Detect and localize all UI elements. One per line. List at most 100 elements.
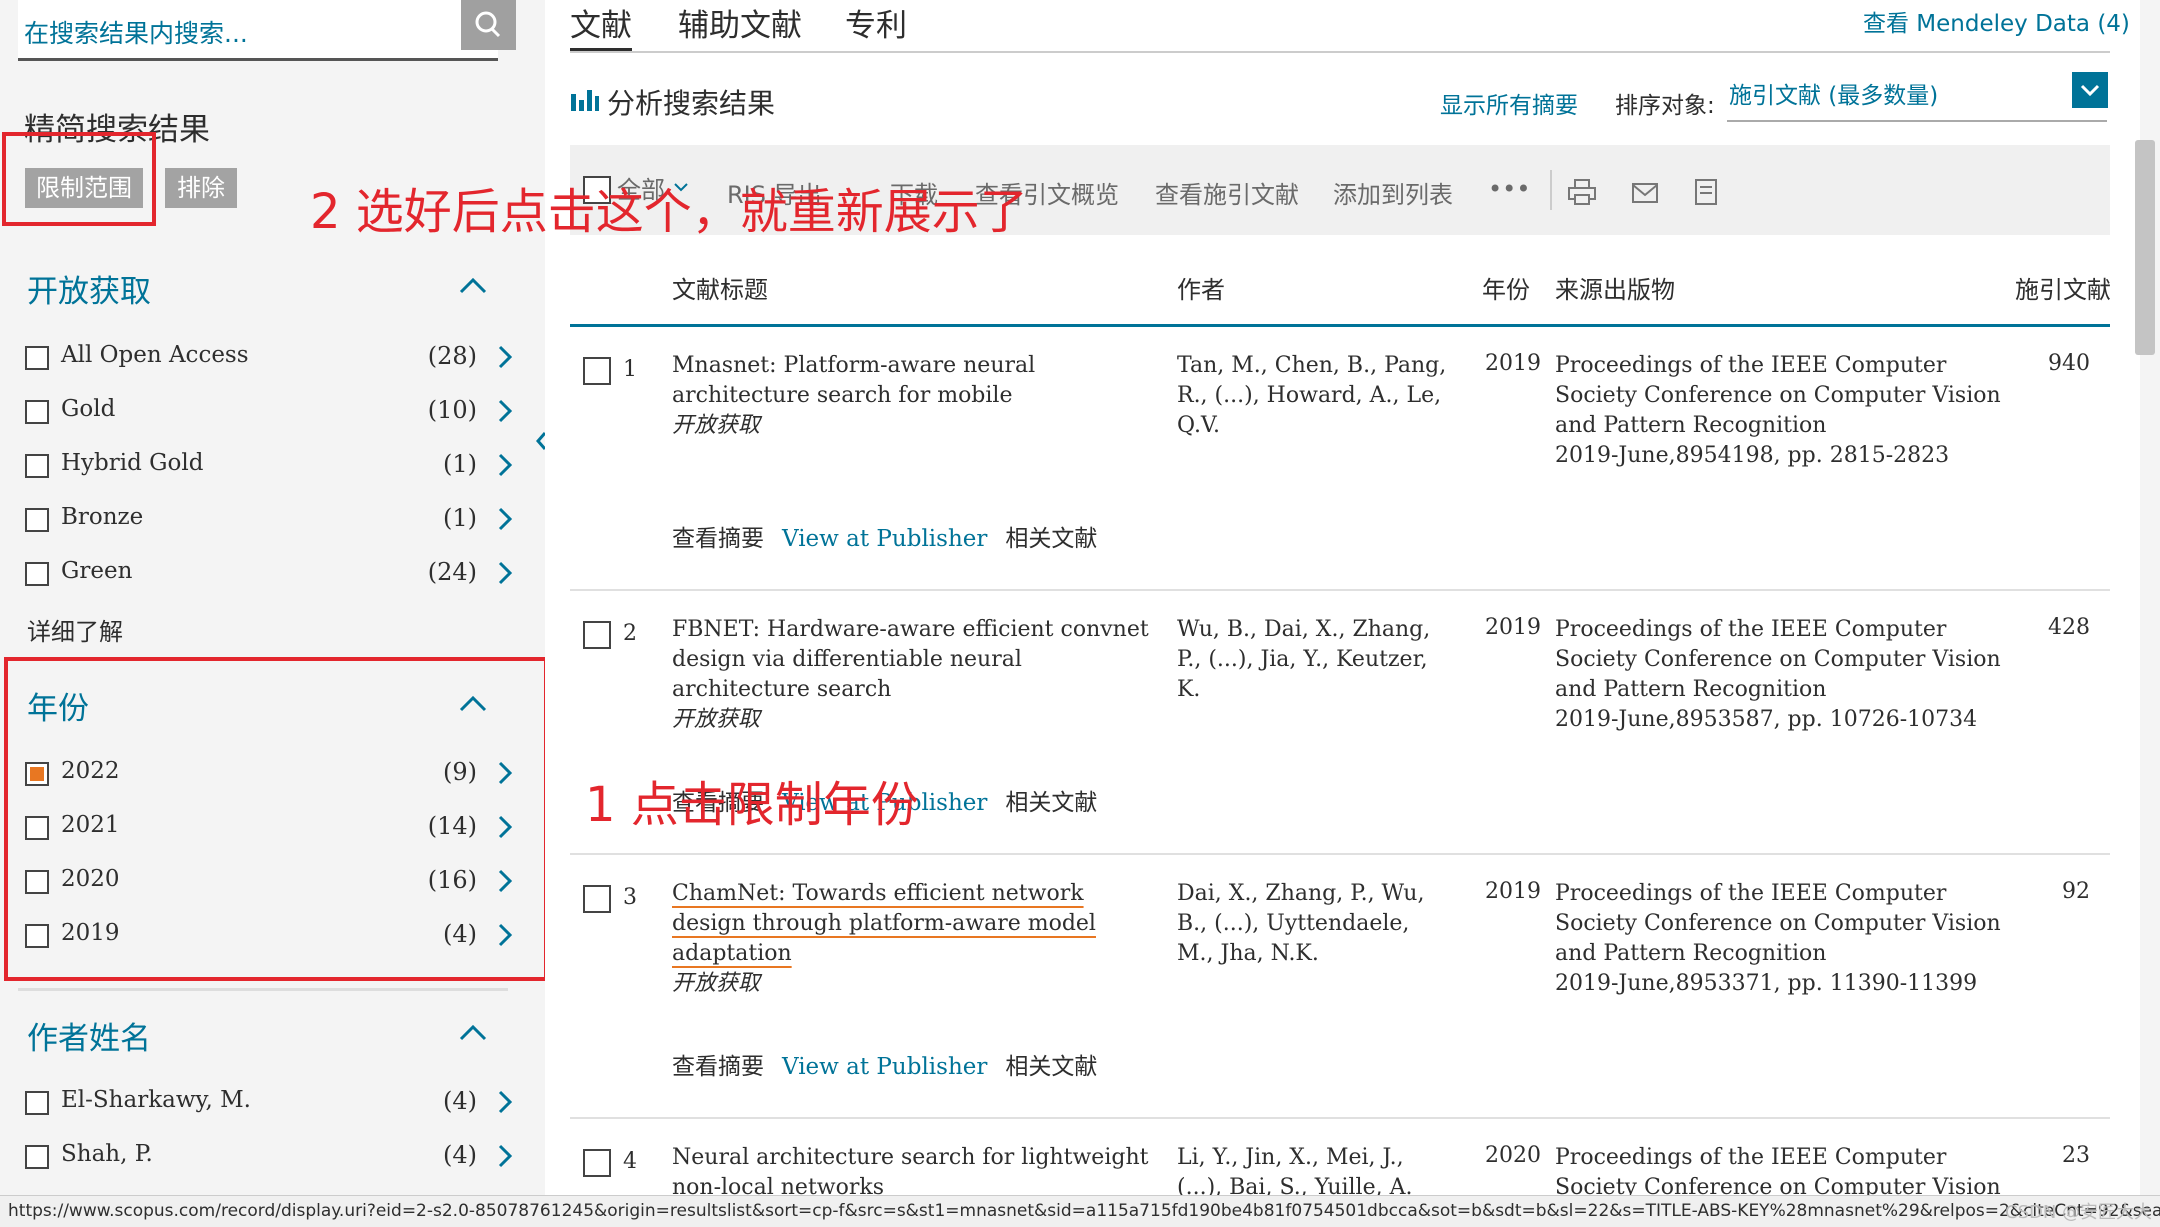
result-source: Proceedings of the IEEE Computer Society… <box>1555 353 2001 468</box>
col-source[interactable]: 来源出版物 <box>1555 270 1675 305</box>
row-checkbox[interactable] <box>583 1149 611 1177</box>
analyze-results-link[interactable]: 分析搜索结果 <box>607 82 775 122</box>
result-title[interactable]: Mnasnet: Platform-aware neural architect… <box>672 351 1162 441</box>
annotation-step-1: 1 点击限制年份 <box>585 777 919 833</box>
email-icon[interactable] <box>1631 182 1659 204</box>
checkbox[interactable] <box>25 346 49 370</box>
checkbox[interactable] <box>25 454 49 478</box>
result-source: Proceedings of the IEEE Computer Society… <box>1555 617 2001 732</box>
annotation-box-year <box>4 657 548 981</box>
result-authors[interactable]: Dai, X., Zhang, P., Wu, B., (...), Uytte… <box>1177 879 1452 969</box>
row-checkbox[interactable] <box>583 357 611 385</box>
toolbar-divider <box>1550 170 1552 210</box>
open-access-label: 开放获取 <box>672 413 761 438</box>
checkbox[interactable] <box>25 1145 49 1169</box>
open-access-label: 开放获取 <box>672 707 761 732</box>
table-row: 3 ChamNet: Towards efficient network des… <box>545 855 2140 1117</box>
col-year[interactable]: 年份 <box>1482 270 1530 305</box>
result-title[interactable]: ChamNet: Towards efficient network desig… <box>672 879 1162 999</box>
sort-value: 施引文献 (最多数量) <box>1729 83 1939 109</box>
chevron-up-icon[interactable] <box>458 1017 488 1047</box>
col-authors[interactable]: 作者 <box>1177 270 1225 305</box>
search-within-results: 在搜索结果内搜索... <box>18 0 516 61</box>
chevron-up-icon[interactable] <box>458 270 488 300</box>
related-documents-link[interactable]: 相关文献 <box>1005 790 1097 816</box>
result-year: 2020 <box>1485 1143 1541 1168</box>
annotation-box-limit <box>2 132 156 226</box>
chevron-right-icon[interactable] <box>495 344 515 370</box>
search-button[interactable] <box>461 0 516 50</box>
result-cites[interactable]: 428 <box>2048 615 2090 640</box>
result-source: Proceedings of the IEEE Computer Society… <box>1555 1145 2001 1195</box>
chevron-right-icon[interactable] <box>495 452 515 478</box>
chevron-right-icon[interactable] <box>495 398 515 424</box>
print-icon[interactable] <box>1567 178 1597 206</box>
view-cited-by-button[interactable]: 查看施引文献 <box>1155 175 1299 210</box>
bibliography-icon[interactable] <box>1693 178 1719 206</box>
chevron-right-icon[interactable] <box>495 506 515 532</box>
learn-more-link[interactable]: 详细了解 <box>27 612 123 647</box>
related-documents-link[interactable]: 相关文献 <box>1005 526 1097 552</box>
sort-select[interactable]: 施引文献 (最多数量) <box>1727 70 2108 122</box>
facet-bronze[interactable]: Bronze (1) <box>25 502 515 542</box>
bar-chart-icon <box>571 90 599 111</box>
sort-label: 排序对象: <box>1615 93 1715 119</box>
checkbox[interactable] <box>25 562 49 586</box>
row-actions: 查看摘要 View at Publisher 相关文献 <box>672 1047 1115 1081</box>
status-url: https://www.scopus.com/record/display.ur… <box>8 1201 2160 1221</box>
tabs-divider <box>570 51 2110 53</box>
chevron-right-icon[interactable] <box>495 560 515 586</box>
chevron-down-icon <box>2080 84 2100 97</box>
search-icon <box>475 11 501 38</box>
row-checkbox[interactable] <box>583 621 611 649</box>
exclude-button[interactable]: 排除 <box>165 168 237 208</box>
result-authors[interactable]: Wu, B., Dai, X., Zhang, P., (...), Jia, … <box>1177 615 1452 705</box>
result-title[interactable]: Neural architecture search for lightweig… <box>672 1143 1162 1195</box>
facet-green[interactable]: Green (24) <box>25 556 515 596</box>
annotation-step-2: 2 选好后点击这个，就重新展示了 <box>310 184 1028 240</box>
checkbox[interactable] <box>25 508 49 532</box>
row-actions: 查看摘要 View at Publisher 相关文献 <box>672 519 1115 553</box>
tab-secondary-documents[interactable]: 辅助文献 <box>678 0 802 45</box>
result-cites[interactable]: 23 <box>2062 1143 2090 1168</box>
facet-author-shah[interactable]: Shah, P. (4) <box>25 1139 515 1179</box>
related-documents-link[interactable]: 相关文献 <box>1005 1054 1097 1080</box>
result-authors[interactable]: Tan, M., Chen, B., Pang, R., (...), Howa… <box>1177 351 1452 441</box>
tab-documents[interactable]: 文献 <box>570 0 632 45</box>
add-to-list-button[interactable]: 添加到列表 <box>1333 175 1453 210</box>
view-abstract-link[interactable]: 查看摘要 <box>672 526 764 552</box>
facet-gold[interactable]: Gold (10) <box>25 394 515 434</box>
view-abstract-link[interactable]: 查看摘要 <box>672 1054 764 1080</box>
result-cites[interactable]: 92 <box>2062 879 2090 904</box>
view-at-publisher-link[interactable]: View at Publisher <box>782 526 987 552</box>
result-title[interactable]: FBNET: Hardware-aware efficient convnet … <box>672 615 1162 735</box>
watermark: CSDN @安匠大大 <box>2005 1202 2153 1223</box>
mendeley-data-link[interactable]: 查看 Mendeley Data (4) <box>1863 4 2130 38</box>
dropdown-button[interactable] <box>2072 72 2108 108</box>
facet-all-open-access[interactable]: All Open Access (28) <box>25 340 515 380</box>
facet-hybrid-gold[interactable]: Hybrid Gold (1) <box>25 448 515 488</box>
author-heading: 作者姓名 <box>27 1021 151 1057</box>
result-authors[interactable]: Li, Y., Jin, X., Mei, J., (...), Bai, S.… <box>1177 1143 1452 1195</box>
tab-patents[interactable]: 专利 <box>845 0 907 45</box>
open-access-heading: 开放获取 <box>27 274 151 310</box>
facet-author-el-sharkawy[interactable]: El-Sharkawy, M. (4) <box>25 1085 515 1125</box>
col-cited-by[interactable]: 施引文献 <box>2015 270 2111 305</box>
result-year: 2019 <box>1485 879 1541 904</box>
open-access-label: 开放获取 <box>672 971 761 996</box>
result-cites[interactable]: 940 <box>2048 351 2090 376</box>
chevron-right-icon[interactable] <box>495 1089 515 1115</box>
more-options-button[interactable]: ••• <box>1488 175 1530 203</box>
divider <box>18 988 508 991</box>
row-checkbox[interactable] <box>583 885 611 913</box>
result-source: Proceedings of the IEEE Computer Society… <box>1555 881 2001 996</box>
chevron-right-icon[interactable] <box>495 1143 515 1169</box>
table-row: 4 Neural architecture search for lightwe… <box>545 1119 2140 1195</box>
checkbox[interactable] <box>25 1091 49 1115</box>
show-all-abstracts-link[interactable]: 显示所有摘要 <box>1440 86 1578 120</box>
scrollbar-thumb[interactable] <box>2135 140 2155 355</box>
view-at-publisher-link[interactable]: View at Publisher <box>782 1054 987 1080</box>
search-input[interactable]: 在搜索结果内搜索... <box>24 14 248 50</box>
col-title[interactable]: 文献标题 <box>672 270 768 305</box>
checkbox[interactable] <box>25 400 49 424</box>
